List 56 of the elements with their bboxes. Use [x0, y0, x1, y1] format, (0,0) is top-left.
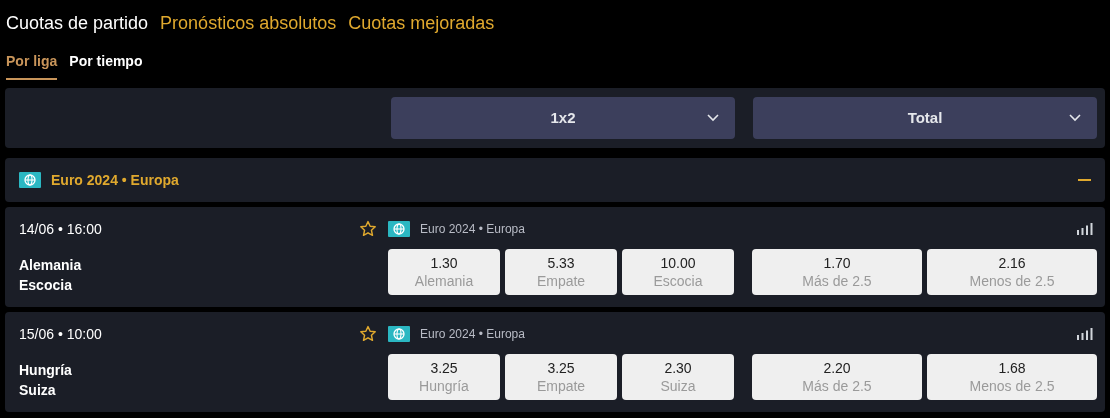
odds-value: 10.00	[660, 254, 696, 272]
odds-value: 2.16	[998, 254, 1026, 272]
odds-button[interactable]: 5.33 Empate	[505, 249, 617, 295]
odds-label: Más de 2.5	[802, 377, 872, 395]
odds-label: Hungría	[419, 377, 469, 395]
odds-button[interactable]: 3.25 Hungría	[388, 354, 500, 400]
odds-button[interactable]: 10.00 Escocia	[622, 249, 734, 295]
match-time: 15/06 • 10:00	[19, 325, 103, 344]
chevron-down-icon	[1069, 114, 1081, 122]
odds-label: Menos de 2.5	[969, 272, 1055, 290]
team-name: Escocia	[19, 276, 73, 295]
odds-value: 1.70	[823, 254, 851, 272]
odds-button[interactable]: 3.25 Empate	[505, 354, 617, 400]
odds-value: 2.20	[823, 359, 851, 377]
tab[interactable]: Pronósticos absolutos	[160, 9, 337, 37]
odds-button[interactable]: 1.68 Menos de 2.5	[927, 354, 1097, 400]
team-name: Alemania	[19, 256, 83, 275]
odds-label: Suiza	[660, 377, 696, 395]
odds-button[interactable]: 2.20 Más de 2.5	[752, 354, 922, 400]
tab[interactable]: Por liga	[6, 51, 58, 80]
odds-value: 2.30	[664, 359, 692, 377]
odds-value: 3.25	[547, 359, 575, 377]
team-name: Hungría	[19, 361, 73, 380]
tab[interactable]: Cuotas de partido	[6, 9, 149, 37]
odds-value: 5.33	[547, 254, 575, 272]
odds-button[interactable]: 2.16 Menos de 2.5	[927, 249, 1097, 295]
globe-icon	[388, 326, 410, 342]
odds-label: Más de 2.5	[802, 272, 872, 290]
star-icon[interactable]	[359, 325, 378, 343]
odds-button[interactable]: 1.70 Más de 2.5	[752, 249, 922, 295]
match-time: 14/06 • 16:00	[19, 220, 103, 239]
odds-value: 1.30	[430, 254, 458, 272]
odds-value: 1.68	[998, 359, 1026, 377]
market-dropdown[interactable]: Total	[753, 97, 1097, 139]
tab[interactable]: Por tiempo	[69, 51, 143, 80]
globe-icon	[19, 172, 41, 188]
odds-label: Empate	[536, 272, 586, 290]
odds-label: Menos de 2.5	[969, 377, 1055, 395]
odds-value: 3.25	[430, 359, 458, 377]
odds-button[interactable]: 1.30 Alemania	[388, 249, 500, 295]
odds-button[interactable]: 2.30 Suiza	[622, 354, 734, 400]
league-label: Euro 2024 • Europa	[420, 221, 525, 238]
odds-label: Escocia	[653, 272, 703, 290]
star-icon[interactable]	[359, 220, 378, 238]
market-dropdown[interactable]: 1x2	[391, 97, 735, 139]
globe-icon	[388, 221, 410, 237]
league-title: Euro 2024 • Europa	[51, 170, 179, 190]
stats-bars-icon[interactable]	[1077, 328, 1093, 340]
league-header[interactable]: Euro 2024 • Europa	[5, 158, 1105, 202]
stats-bars-icon[interactable]	[1077, 223, 1093, 235]
odds-label: Alemania	[414, 272, 474, 290]
chevron-down-icon	[707, 114, 719, 122]
team-name: Suiza	[19, 381, 57, 400]
league-label: Euro 2024 • Europa	[420, 326, 525, 343]
odds-label: Empate	[536, 377, 586, 395]
tab[interactable]: Cuotas mejoradas	[348, 9, 495, 37]
